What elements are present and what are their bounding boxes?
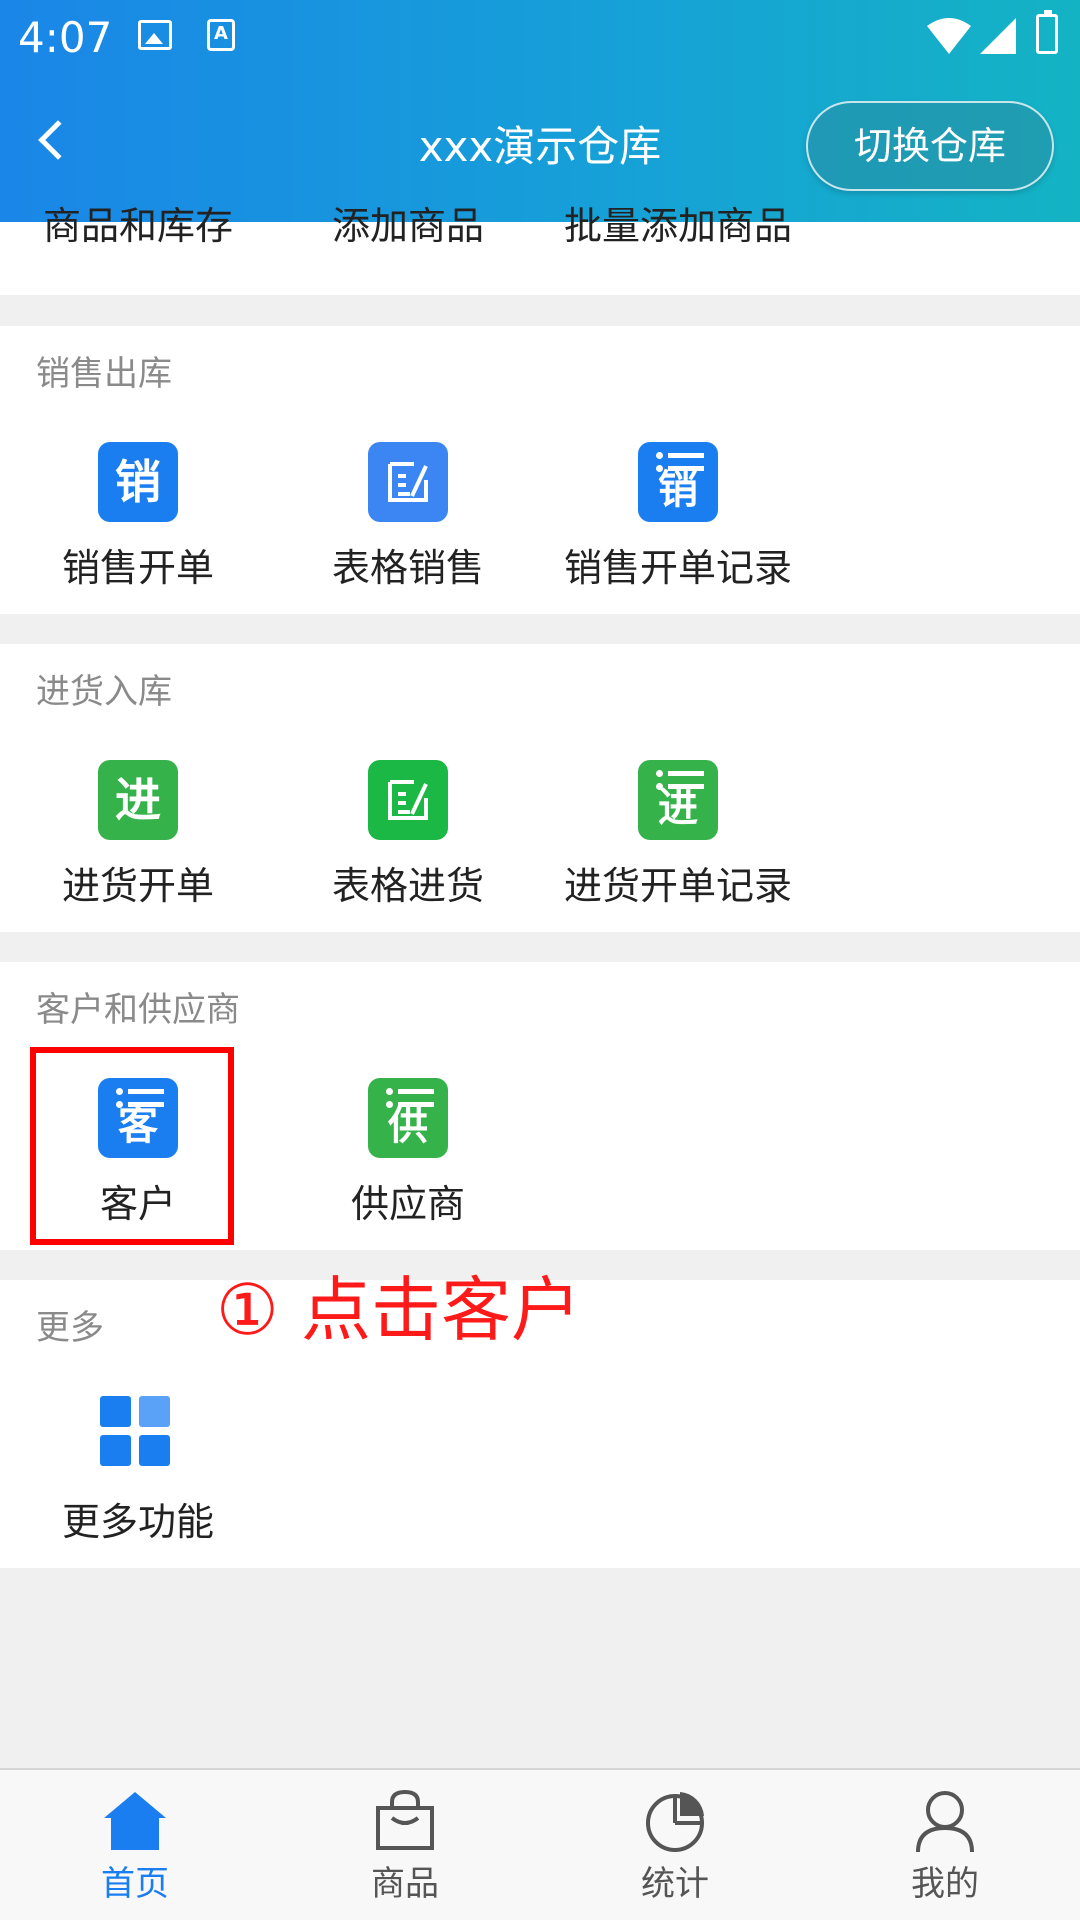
battery-icon xyxy=(1036,10,1058,54)
status-time: 4:07 xyxy=(18,13,113,62)
batch-add-goods-item[interactable]: 批量添加商品 xyxy=(540,100,810,260)
add-goods-label: 添加商品 xyxy=(331,204,484,248)
purchase-record-icon: 进 xyxy=(638,760,718,840)
table-edit-icon xyxy=(368,442,448,522)
table-purchase-label: 表格进货 xyxy=(331,864,484,908)
more-functions-label: 更多功能 xyxy=(61,1500,214,1544)
goods-inventory-label: 商品和库存 xyxy=(42,204,233,248)
purchase-order-label: 进货开单 xyxy=(61,864,214,908)
section-title-purchase: 进货入库 xyxy=(36,672,172,712)
status-bar: 4:07 A xyxy=(0,0,1080,75)
section-title-more: 更多 xyxy=(36,1308,104,1348)
supplier-item[interactable]: 供 供应商 xyxy=(270,1078,540,1238)
section-title-contacts: 客户和供应商 xyxy=(36,990,240,1030)
section-goods: 商品和库存 添加商品 批量添加商品 xyxy=(0,204,1080,295)
add-goods-item[interactable]: 添加商品 xyxy=(270,100,540,260)
purchase-record-item[interactable]: 进 进货开单记录 xyxy=(540,760,810,920)
sales-order-item[interactable]: 销 销售开单 xyxy=(0,442,270,602)
purchase-order-item[interactable]: 进 进货开单 xyxy=(0,760,270,920)
more-functions-item[interactable]: 更多功能 xyxy=(0,1396,270,1556)
grid-icon xyxy=(100,1396,172,1468)
customer-highlight-box xyxy=(30,1047,234,1245)
nav-label-mine: 我的 xyxy=(911,1864,979,1904)
nav-item-goods[interactable]: 商品 xyxy=(270,1770,540,1920)
nav-label-stats: 统计 xyxy=(641,1864,709,1904)
table-edit-icon xyxy=(368,760,448,840)
sales-order-label: 销售开单 xyxy=(61,546,214,590)
switch-warehouse-button[interactable]: 切换仓库 xyxy=(806,101,1054,191)
wifi-icon xyxy=(927,18,971,54)
section-purchase: 进货入库 进 进货开单 表格进货 进 进货开单记录 xyxy=(0,644,1080,932)
sales-record-label: 销售开单记录 xyxy=(563,546,792,590)
supplier-icon: 供 xyxy=(368,1078,448,1158)
nav-label-goods: 商品 xyxy=(371,1864,439,1904)
sales-order-icon: 销 xyxy=(98,442,178,522)
purchase-order-icon: 进 xyxy=(98,760,178,840)
table-sales-label: 表格销售 xyxy=(331,546,484,590)
batch-add-goods-label: 批量添加商品 xyxy=(563,204,792,248)
nav-item-mine[interactable]: 我的 xyxy=(810,1770,1080,1920)
image-notification-icon xyxy=(138,20,172,50)
pie-chart-icon xyxy=(646,1792,704,1852)
sales-record-icon: 销 xyxy=(638,442,718,522)
section-sales: 销售出库 销 销售开单 表格销售 销 销售开单记录 xyxy=(0,326,1080,614)
section-title-sales: 销售出库 xyxy=(36,354,172,394)
bottom-nav: 首页 商品 统计 我的 xyxy=(0,1768,1080,1920)
user-icon xyxy=(916,1791,974,1853)
signal-icon xyxy=(980,18,1016,54)
goods-inventory-item[interactable]: 商品和库存 xyxy=(0,100,270,260)
table-purchase-item[interactable]: 表格进货 xyxy=(270,760,540,920)
app-notification-icon: A xyxy=(207,19,235,51)
home-icon xyxy=(104,1792,166,1850)
supplier-label: 供应商 xyxy=(350,1182,465,1226)
sales-record-item[interactable]: 销 销售开单记录 xyxy=(540,442,810,602)
table-sales-item[interactable]: 表格销售 xyxy=(270,442,540,602)
nav-item-home[interactable]: 首页 xyxy=(0,1770,270,1920)
nav-item-stats[interactable]: 统计 xyxy=(540,1770,810,1920)
shopping-bag-icon xyxy=(376,1789,434,1850)
nav-label-home: 首页 xyxy=(101,1864,169,1904)
app-root: 4:07 A xxx演示仓库 切换仓库 商品和库存 添加商品 批量添加商品 销售… xyxy=(0,0,1080,1920)
tutorial-annotation: ① 点击客户 xyxy=(216,1269,582,1351)
purchase-record-label: 进货开单记录 xyxy=(563,864,792,908)
